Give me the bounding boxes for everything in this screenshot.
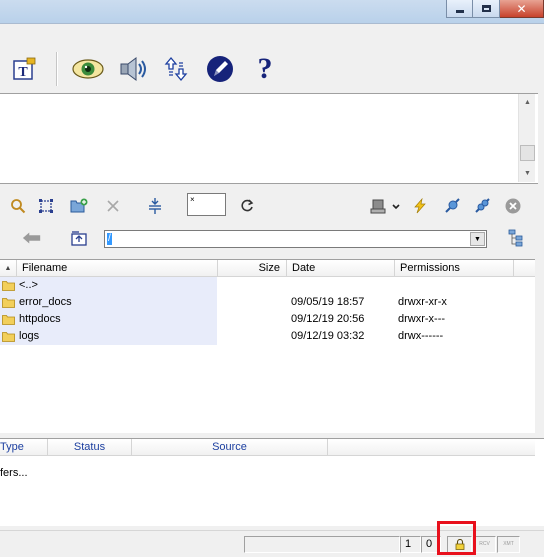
file-date: 09/05/19 18:57 [291, 296, 365, 308]
table-row[interactable]: error_docs 09/05/19 18:57 drwxr-xr-x [0, 294, 535, 311]
path-bar: / ▼ [0, 227, 544, 251]
file-name: error_docs [19, 296, 72, 308]
parent-folder-icon[interactable] [69, 228, 89, 248]
column-permissions[interactable]: Permissions [395, 260, 514, 277]
table-row[interactable]: logs 09/12/19 03:32 drwx------ [0, 328, 535, 345]
disconnect-icon[interactable] [472, 196, 492, 216]
path-value: / [107, 233, 112, 245]
stop-icon[interactable] [503, 196, 523, 216]
table-row[interactable]: <..> [0, 277, 535, 294]
scroll-down-icon[interactable]: ▼ [519, 165, 536, 182]
svg-text:T: T [18, 65, 28, 80]
transmit-indicator: XMT [497, 536, 520, 553]
refresh-icon[interactable] [237, 196, 257, 216]
status-panel [244, 536, 400, 553]
folder-icon [2, 332, 15, 342]
folder-icon [2, 315, 15, 325]
queue-message: fers... [0, 467, 28, 479]
edit-text-icon[interactable]: T [8, 53, 40, 85]
queue-column-source[interactable]: Source [132, 439, 328, 456]
remote-toolbar [0, 190, 544, 222]
status-count-1: 1 [400, 536, 421, 553]
main-toolbar: T ? [0, 40, 544, 88]
log-scrollbar[interactable]: ▲ ▼ [518, 94, 535, 182]
scroll-thumb[interactable] [520, 145, 535, 161]
sort-ascending-icon[interactable]: ▲ [0, 260, 17, 277]
file-name: <..> [19, 279, 38, 291]
folder-icon [2, 298, 15, 308]
close-icon: ✕ [516, 1, 527, 16]
queue-header: Type Status Source [0, 439, 535, 456]
compare-icon[interactable] [145, 196, 165, 216]
minimize-icon [455, 9, 464, 13]
transfer-arrows-icon[interactable] [160, 53, 192, 85]
remote-file-list[interactable]: ▲ Filename Size Date Permissions <..> er… [0, 259, 535, 433]
view-eye-icon[interactable] [72, 53, 104, 85]
help-label: ? [257, 52, 273, 85]
toolbar-separator [56, 52, 58, 86]
connect-icon[interactable] [442, 196, 462, 216]
back-arrow-icon[interactable] [22, 228, 42, 248]
new-folder-icon[interactable] [69, 196, 89, 216]
transfer-queue[interactable]: Type Status Source fers... [0, 438, 544, 526]
column-size[interactable]: Size [218, 260, 287, 277]
delete-icon[interactable] [103, 196, 123, 216]
search-icon[interactable] [8, 196, 28, 216]
help-icon[interactable]: ? [249, 52, 281, 85]
queue-column-status[interactable]: Status [48, 439, 132, 456]
receive-indicator: RCV [473, 536, 496, 553]
column-date[interactable]: Date [287, 260, 395, 277]
maximize-icon [481, 5, 491, 12]
filter-input[interactable]: × [187, 193, 226, 216]
highlight-box [437, 521, 476, 555]
scroll-up-icon[interactable]: ▲ [519, 94, 536, 111]
queue-column-type[interactable]: Type [0, 439, 48, 456]
edit-pencil-icon[interactable] [204, 53, 236, 85]
file-name: httpdocs [19, 313, 61, 325]
speaker-icon[interactable] [118, 53, 150, 85]
message-log[interactable] [0, 93, 538, 184]
file-name: logs [19, 330, 40, 342]
minimize-button[interactable] [446, 0, 473, 18]
lightning-icon[interactable] [410, 196, 430, 216]
chevron-down-icon[interactable]: ▼ [470, 232, 485, 246]
column-filename[interactable]: Filename [17, 260, 218, 277]
file-permissions: drwx------ [398, 330, 444, 342]
server-icon[interactable] [368, 196, 404, 216]
folder-icon [2, 281, 15, 291]
window-controls: ✕ [446, 0, 544, 18]
file-date: 09/12/19 20:56 [291, 313, 365, 325]
table-row[interactable]: httpdocs 09/12/19 20:56 drwxr-x--- [0, 311, 535, 328]
maximize-button[interactable] [473, 0, 500, 18]
path-combobox[interactable]: / ▼ [104, 230, 487, 248]
file-date: 09/12/19 03:32 [291, 330, 365, 342]
window-titlebar: ✕ [0, 0, 544, 24]
file-permissions: drwxr-xr-x [398, 296, 447, 308]
close-button[interactable]: ✕ [500, 0, 544, 18]
file-permissions: drwxr-x--- [398, 313, 446, 325]
file-list-header: ▲ Filename Size Date Permissions [0, 260, 535, 277]
directory-tree-icon[interactable] [506, 228, 526, 248]
select-icon[interactable] [36, 196, 56, 216]
